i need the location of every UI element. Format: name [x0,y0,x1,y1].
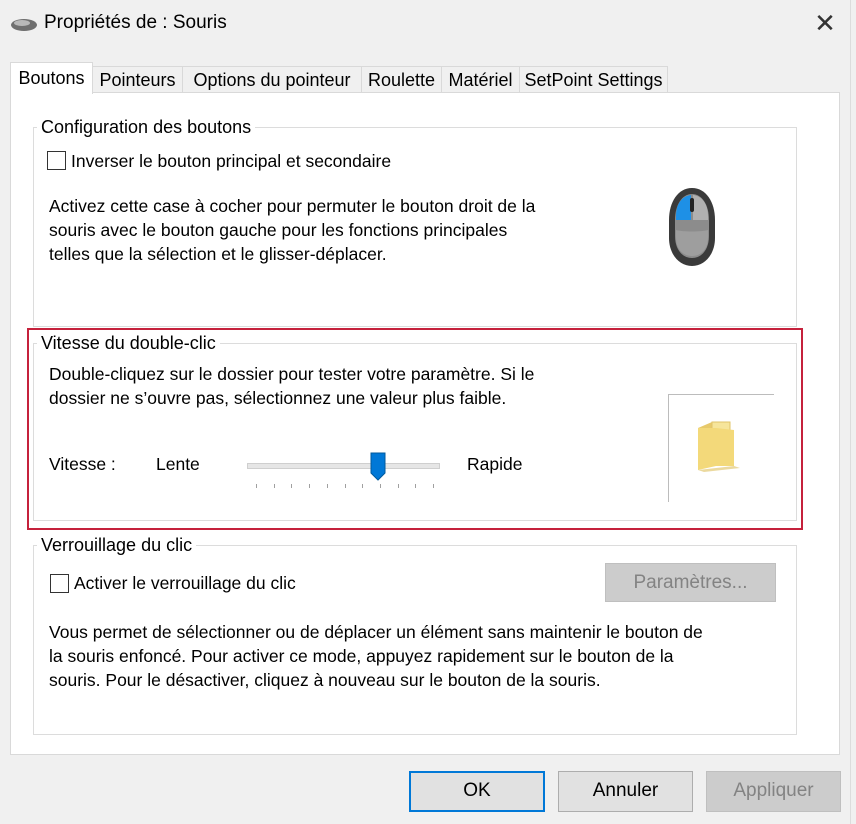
button-config-description-line1: Activez cette case à cocher pour permute… [49,196,536,216]
tab-boutons[interactable]: Boutons [10,62,93,94]
click-lock-description-line1: Vous permet de sélectionner ou de déplac… [49,622,703,642]
cancel-button[interactable]: Annuler [558,771,693,812]
highlight-box [27,328,803,530]
button-config-title: Configuration des boutons [37,117,256,137]
tab-materiel[interactable]: Matériel [441,66,520,93]
settings-button[interactable]: Paramètres... [605,563,776,602]
tab-roulette[interactable]: Roulette [361,66,442,93]
swap-buttons-checkbox[interactable] [47,151,66,170]
mouse-illustration-icon [669,188,715,266]
click-lock-checkbox[interactable] [50,574,69,593]
button-config-description-line3: telles que la sélection et le glisser-dé… [49,244,387,264]
button-config-description-line2: souris avec le bouton gauche pour les fo… [49,220,508,240]
click-lock-description-line2: la souris enfoncé. Pour activer ce mode,… [49,646,674,666]
tab-pointeurs[interactable]: Pointeurs [92,66,183,93]
tab-options-du-pointeur[interactable]: Options du pointeur [182,66,362,93]
click-lock-label[interactable]: Activer le verrouillage du clic [74,571,296,595]
ok-button[interactable]: OK [409,771,545,812]
swap-buttons-label[interactable]: Inverser le bouton principal et secondai… [71,149,391,173]
tab-setpoint-settings[interactable]: SetPoint Settings [519,66,668,93]
click-lock-description-line3: souris. Pour le désactiver, cliquez à no… [49,670,601,690]
apply-button[interactable]: Appliquer [706,771,841,812]
click-lock-title: Verrouillage du clic [37,535,197,555]
